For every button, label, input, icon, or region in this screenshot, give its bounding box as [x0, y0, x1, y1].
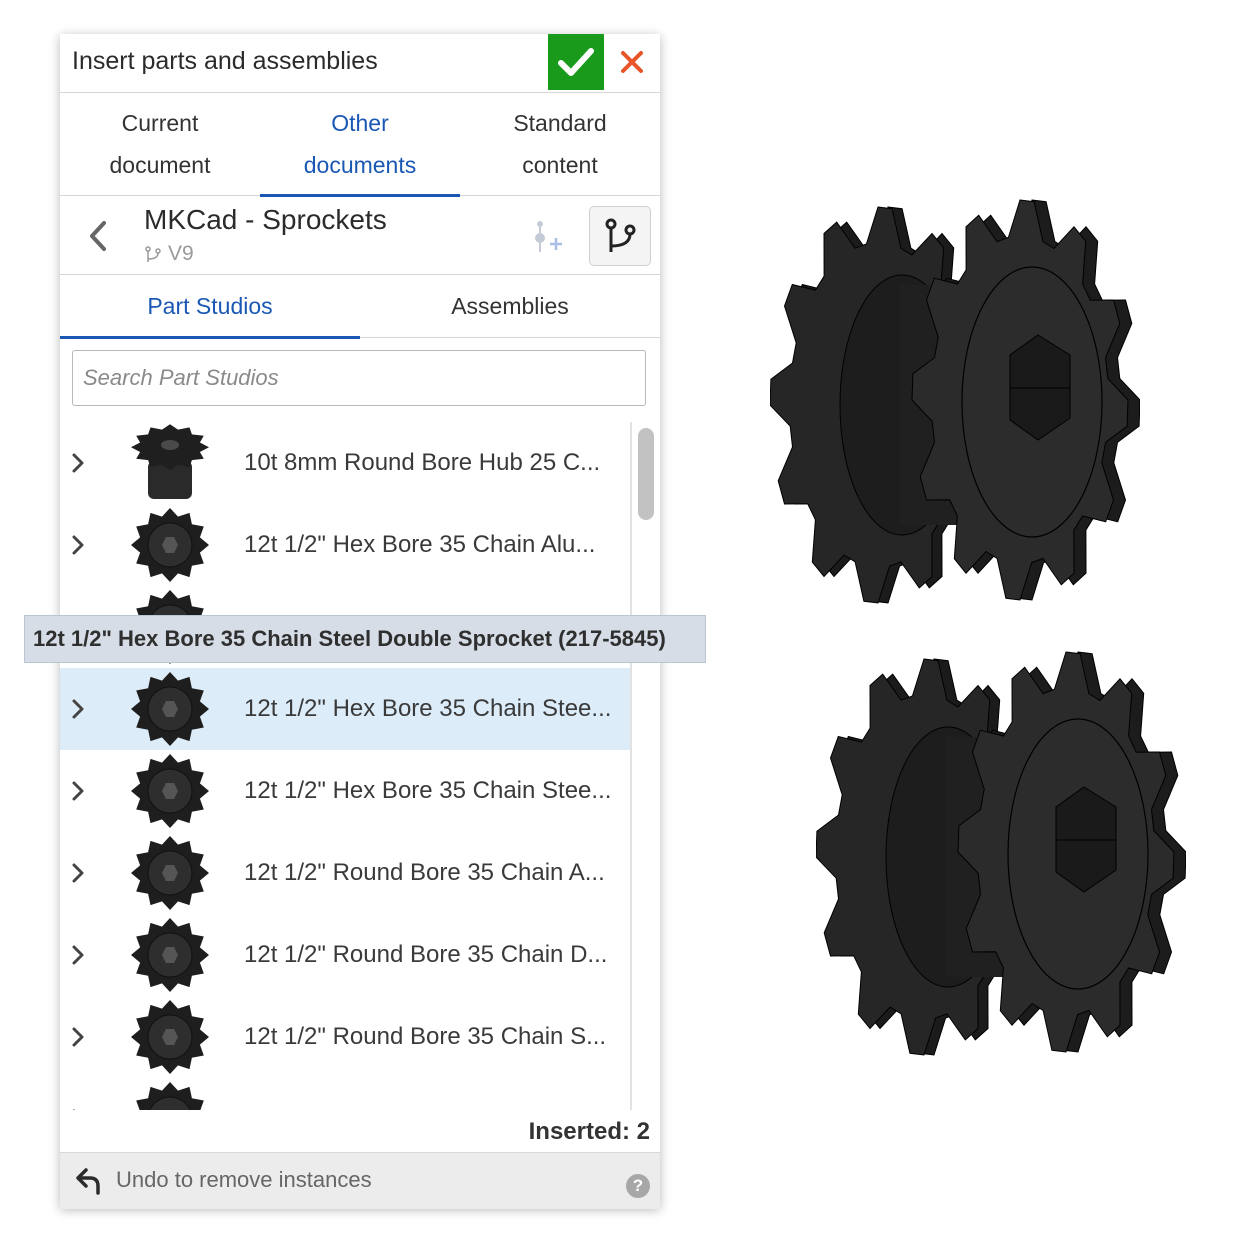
- dialog-title: Insert parts and assemblies: [72, 47, 378, 75]
- close-x-icon: [621, 51, 643, 73]
- checkmark-icon: [558, 48, 594, 76]
- document-version[interactable]: V9: [144, 242, 194, 266]
- chevron-right-icon[interactable]: [70, 1105, 86, 1110]
- undo-label[interactable]: Undo to remove instances: [116, 1167, 372, 1193]
- tab-other-documents[interactable]: Other documents: [260, 93, 460, 197]
- tab-label-line2: document: [109, 152, 211, 178]
- part-studio-list: 10t 8mm Round Bore Hub 25 C... 12t 1/2" H…: [60, 422, 630, 1110]
- chevron-right-icon[interactable]: [70, 859, 86, 887]
- inserted-count: Inserted: 2: [528, 1118, 650, 1145]
- sprocket-hub-thumbnail: [131, 424, 209, 499]
- list-item[interactable]: 12t 1/2" Round Bore 35 Chain A...: [60, 832, 630, 914]
- tab-label-line1: Standard: [513, 110, 607, 136]
- list-item-name: 10t 8mm Round Bore Hub 25 C...: [244, 449, 601, 476]
- list-item-name: 12t 1/2" Hex Bore 35 Chain Alu...: [244, 531, 596, 558]
- branch-icon: [605, 218, 636, 252]
- scrollbar-track[interactable]: [630, 422, 632, 1110]
- list-item[interactable]: 12t 1/2" Round Bore 35 Chain D...: [60, 914, 630, 996]
- undo-arrow-icon: [76, 1168, 100, 1195]
- chevron-right-icon[interactable]: [70, 449, 86, 477]
- chevron-right-icon[interactable]: [70, 531, 86, 559]
- document-bar: MKCad - Sprockets V9: [60, 196, 660, 275]
- sprocket-thumbnail: [136, 1082, 204, 1110]
- chevron-right-icon[interactable]: [70, 1023, 86, 1051]
- list-item-name: 12t 1/2" Round Bore 35 Chain A...: [244, 859, 605, 886]
- double-sprocket-model[interactable]: [770, 190, 1140, 610]
- double-sprocket-model[interactable]: [816, 642, 1186, 1062]
- tab-label-line2: content: [522, 152, 598, 178]
- sprocket-thumbnail: [131, 508, 209, 582]
- confirm-button[interactable]: [548, 34, 604, 90]
- document-name: MKCad - Sprockets: [144, 204, 387, 235]
- undo-button[interactable]: [74, 1167, 104, 1195]
- list-item[interactable]: 12t 1/2" Round Bore 35 Chain S...: [60, 996, 630, 1078]
- list-item[interactable]: 12t 1/2" Hex Bore 35 Chain Stee...: [60, 668, 630, 750]
- chevron-right-icon[interactable]: [70, 777, 86, 805]
- dialog-footer: Undo to remove instances ?: [60, 1152, 660, 1209]
- chevron-left-icon: [90, 221, 106, 251]
- dialog-header: Insert parts and assemblies: [60, 34, 660, 93]
- tab-label-line1: Current: [121, 110, 199, 136]
- list-item[interactable]: 10t 8mm Round Bore Hub 25 C...: [60, 422, 630, 504]
- list-item-name: 12t 1/2" Hex Bore 35 Chain Stee...: [244, 695, 612, 722]
- source-tabs: Current document Other documents Standar…: [60, 93, 660, 197]
- tab-part-studios[interactable]: Part Studios: [60, 275, 360, 339]
- tab-label-line1: Other: [331, 110, 389, 136]
- branch-button[interactable]: [589, 206, 651, 266]
- item-tooltip: 12t 1/2" Hex Bore 35 Chain Steel Double …: [24, 615, 706, 663]
- version-label: V9: [168, 242, 194, 265]
- sprocket-thumbnail: [131, 836, 209, 910]
- tab-label-line2: documents: [303, 152, 417, 178]
- branch-icon: [145, 246, 161, 262]
- search-input[interactable]: [72, 350, 646, 406]
- add-version-button[interactable]: [522, 214, 570, 258]
- list-item[interactable]: 12t 1/2" Hex Bore 35 Chain Stee...: [60, 750, 630, 832]
- list-item[interactable]: [60, 1078, 630, 1110]
- add-version-icon: [535, 221, 562, 252]
- chevron-right-icon[interactable]: [70, 695, 86, 723]
- scrollbar-thumb[interactable]: [638, 428, 654, 520]
- cancel-button[interactable]: [612, 42, 652, 82]
- tab-current-document[interactable]: Current document: [60, 93, 260, 195]
- sprocket-thumbnail: [131, 672, 209, 746]
- help-icon[interactable]: ?: [626, 1174, 650, 1198]
- list-item-name: 12t 1/2" Round Bore 35 Chain S...: [244, 1023, 607, 1050]
- chevron-right-icon[interactable]: [70, 941, 86, 969]
- tab-standard-content[interactable]: Standard content: [460, 93, 660, 195]
- list-item-name: 12t 1/2" Hex Bore 35 Chain Stee...: [244, 777, 612, 804]
- tab-assemblies[interactable]: Assemblies: [360, 275, 660, 337]
- back-button[interactable]: [80, 214, 116, 258]
- sprocket-thumbnail: [131, 1000, 209, 1074]
- element-type-tabs: Part Studios Assemblies: [60, 275, 660, 339]
- list-item[interactable]: 12t 1/2" Hex Bore 35 Chain Alu...: [60, 504, 630, 586]
- sprocket-thumbnail: [131, 754, 209, 828]
- list-item-name: 12t 1/2" Round Bore 35 Chain D...: [244, 941, 608, 968]
- sprocket-thumbnail: [131, 918, 209, 992]
